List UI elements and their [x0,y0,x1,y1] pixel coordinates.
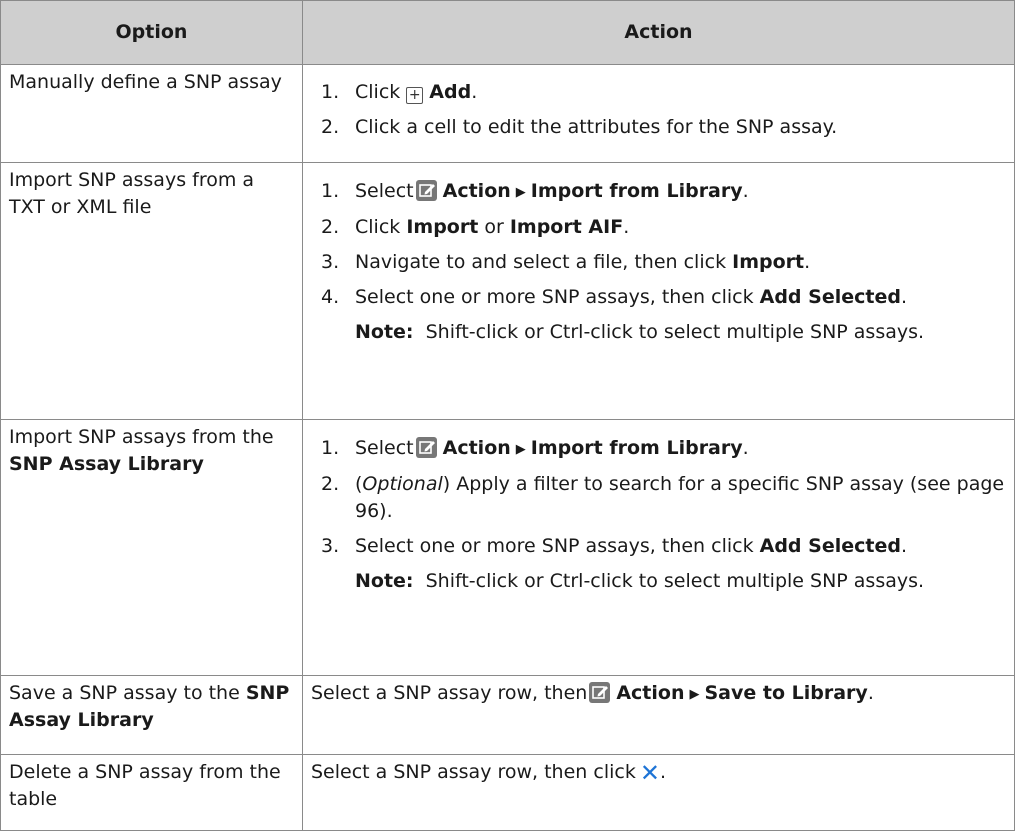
step-item: 4. Select one or more SNP assays, then c… [321,286,907,308]
option-cell: Import SNP assays from the SNP Assay Lib… [9,426,274,475]
triangle-right-icon: ▶ [515,185,526,200]
step-item: 1. Click + Add. [321,81,478,104]
action-cell: Select a SNP assay row, then click ✕. [311,759,666,787]
action-cell: Select a SNP assay row, then Action ▶ Save … [311,682,874,704]
step-item: 3. Navigate to and select a file, then c… [321,251,811,273]
option-cell: Manually define a SNP assay [9,71,282,93]
note: Note: Shift-click or Ctrl-click to selec… [355,570,925,592]
edit-pencil-icon [415,437,437,458]
step-item: 3. Select one or more SNP assays, then c… [321,535,907,557]
header-action: Action [302,0,1015,65]
triangle-right-icon: ▶ [515,442,526,457]
step-item: 2. Click a cell to edit the attributes fo… [321,116,838,138]
close-x-icon: ✕ [639,759,660,787]
triangle-right-icon: ▶ [689,687,700,702]
options-actions-table: Option Action Manually define a SNP assa… [0,0,1015,831]
table-row: Save a SNP assay to the SNP Assay Librar… [0,675,1015,755]
option-cell: Save a SNP assay to the SNP Assay Librar… [9,682,290,731]
action-cell: 1. Click + Add. 2. Click a cell to edit the… [303,65,1014,141]
header-option: Option [0,0,303,65]
step-item: 1. Select Action ▶ Import from Library. [321,437,749,459]
add-label: Add [429,81,472,103]
step-item: 2. (Optional) Apply a filter to search f… [321,473,1005,522]
table-row: Import SNP assays from a TXT or XML file… [0,162,1015,420]
edit-pencil-icon [589,682,611,703]
edit-pencil-icon [415,180,437,201]
table-row: Delete a SNP assay from the table Select… [0,754,1015,831]
option-cell: Import SNP assays from a TXT or XML file [9,169,255,218]
table-row: Manually define a SNP assay 1. Click + Add… [0,64,1015,163]
plus-box-icon: + [406,87,424,104]
action-cell: 1. Select Action ▶ Import from Library. 2. … [303,163,1014,346]
option-cell: Delete a SNP assay from the table [9,761,281,810]
table-row: Import SNP assays from the SNP Assay Lib… [0,419,1015,676]
note: Note: Shift-click or Ctrl-click to selec… [355,321,925,343]
step-item: 2. Click Import or Import AIF. [321,216,630,238]
header-row: Option Action [0,0,1015,65]
step-item: 1. Select Action ▶ Import from Library. [321,180,749,202]
action-cell: 1. Select Action ▶ Import from Library. 2. … [303,420,1014,595]
